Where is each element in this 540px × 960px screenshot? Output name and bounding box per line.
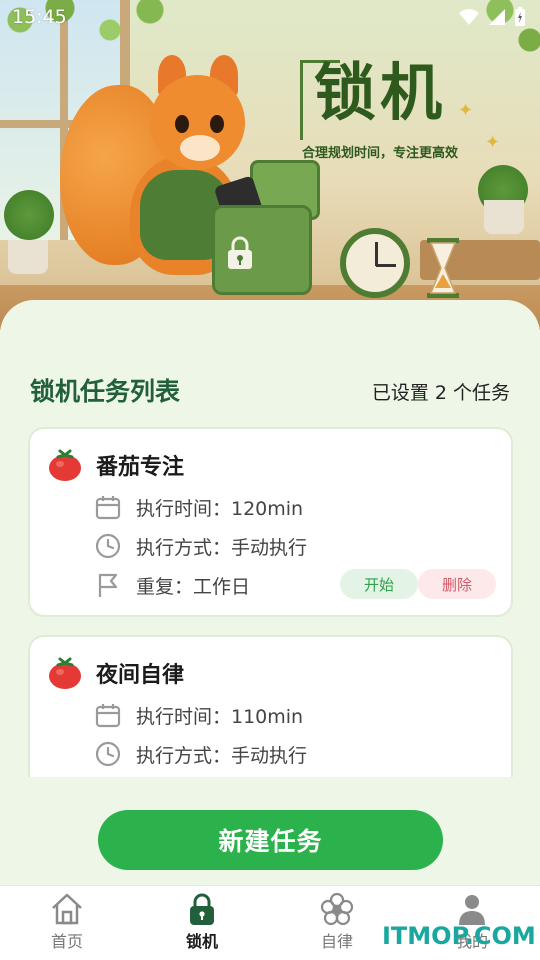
status-time: 15:45: [12, 6, 67, 28]
hero-title: 锁机: [314, 56, 447, 129]
clock-illustration: [340, 228, 410, 298]
clock-icon: [95, 533, 121, 559]
delete-button[interactable]: 删除: [418, 569, 496, 599]
nav-item-lock[interactable]: 锁机: [162, 892, 242, 954]
sparkle-icon: ✦: [458, 100, 474, 121]
task-exec-mode-row: 执行方式：手动执行: [94, 739, 307, 769]
task-title-row: 番茄专注: [48, 447, 184, 483]
battery-icon: [515, 7, 525, 26]
task-exec-time: 执行时间：110min: [136, 705, 304, 728]
lock-icon: [190, 893, 214, 925]
task-name: 番茄专注: [96, 455, 185, 480]
task-card[interactable]: 番茄专注 执行时间：120min 执行方式：手动执行 重复：工作日 开始 删除: [28, 427, 513, 617]
task-count: 已设置 2 个任务: [371, 382, 510, 404]
new-task-button[interactable]: 新建任务: [98, 810, 443, 870]
task-name: 夜间自律: [96, 663, 185, 688]
tomato-icon: [49, 657, 81, 689]
main-panel: 锁机任务列表 已设置 2 个任务 番茄专注 执行时间：120min 执行方式：手…: [0, 300, 540, 885]
status-bar: 15:45: [0, 0, 540, 32]
sparkle-icon: ✦: [485, 132, 501, 153]
task-exec-mode: 执行方式：手动执行: [136, 744, 308, 767]
task-exec-mode-row: 执行方式：手动执行: [94, 531, 307, 561]
watermark: ITMOP.COM: [382, 922, 536, 950]
title-frame-decoration: [300, 60, 303, 140]
task-repeat: 重复：工作日: [136, 575, 251, 598]
signal-icon: [489, 9, 505, 25]
task-exec-time-row: 执行时间：120min: [94, 492, 303, 522]
hero-subtitle: 合理规划时间，专注更高效: [302, 146, 459, 161]
wifi-icon: [459, 9, 479, 25]
home-icon: [52, 893, 82, 925]
task-repeat-row: 重复：工作日: [94, 570, 250, 600]
calendar-icon: [95, 704, 121, 728]
nav-item-discipline[interactable]: 自律: [297, 892, 377, 954]
nav-label-home: 首页: [50, 932, 83, 951]
nav-item-home[interactable]: 首页: [27, 892, 107, 954]
nav-label-lock: 锁机: [185, 932, 218, 951]
task-title-row: 夜间自律: [48, 655, 184, 691]
start-button[interactable]: 开始: [340, 569, 418, 599]
task-card[interactable]: 夜间自律 执行时间：110min 执行方式：手动执行: [28, 635, 513, 777]
calendar-icon: [95, 496, 121, 520]
hourglass-icon: [427, 238, 459, 298]
nav-label-discipline: 自律: [320, 932, 353, 951]
flag-icon: [98, 573, 118, 597]
padlock-icon: [228, 236, 252, 269]
hero-banner: 锁机 合理规划时间，专注更高效 ✦ ✦: [0, 0, 540, 330]
status-icons: [458, 7, 526, 27]
flower-icon: [320, 892, 354, 926]
task-exec-mode: 执行方式：手动执行: [136, 536, 308, 559]
pot-left-illustration: [8, 240, 48, 274]
task-list[interactable]: 番茄专注 执行时间：120min 执行方式：手动执行 重复：工作日 开始 删除 …: [28, 427, 513, 777]
tomato-icon: [49, 449, 81, 481]
task-exec-time-row: 执行时间：110min: [94, 700, 303, 730]
section-title: 锁机任务列表: [30, 377, 181, 406]
task-exec-time: 执行时间：120min: [136, 497, 304, 520]
clock-icon: [95, 741, 121, 767]
pot-right-illustration: [484, 200, 524, 234]
user-icon: [459, 895, 485, 925]
plant-left-illustration: [4, 190, 54, 240]
